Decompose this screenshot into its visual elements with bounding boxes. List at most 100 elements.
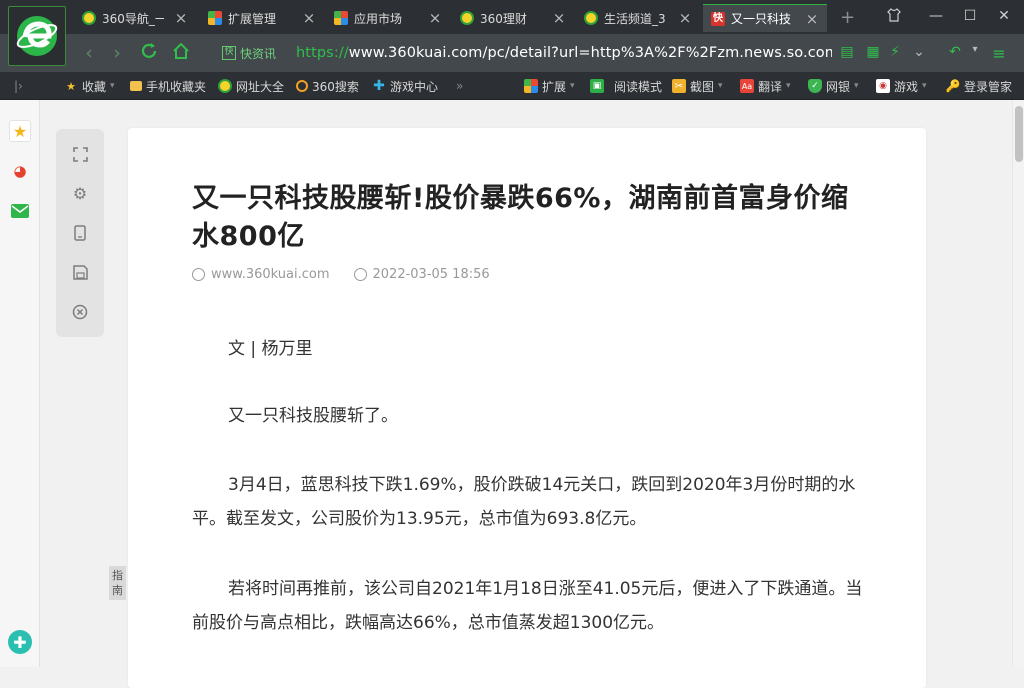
shield-icon: ✓ [808,79,822,93]
tablet-icon[interactable] [71,224,89,242]
weibo-icon[interactable]: ◕ [9,160,31,182]
fullscreen-icon[interactable] [71,145,89,163]
guide-tab[interactable]: 指南 [109,566,126,600]
close-icon[interactable]: × [678,9,692,27]
new-tab-button[interactable]: + [840,7,855,28]
tab-article-active[interactable]: 快 又一只科技 × [703,4,827,32]
toolbar-screenshot[interactable]: ✂ 截图 ▾ [672,78,723,94]
tab-label: 扩展管理 [228,11,277,26]
close-icon[interactable]: × [302,9,316,27]
bookmark-360-search[interactable]: 360搜索 [296,78,359,94]
kuai-zixun-badge[interactable]: 快 快资讯 [222,45,276,62]
360-icon [82,11,96,25]
close-icon[interactable]: × [805,10,819,28]
close-icon[interactable]: × [428,9,442,27]
chevron-down-icon[interactable]: ⌄ [910,44,928,60]
bookmark-bar: |› ★ 收藏 ▾ 手机收藏夹 网址大全 360搜索 ✚ 游戏中心 » 扩展 ▾ ▣… [0,72,1024,100]
tab-label: 360理财 [480,11,527,26]
bookmark-game-center[interactable]: ✚ 游戏中心 [372,78,438,94]
address-toolbar: ‹ › 快 快资讯 https://www.360kuai.com/pc/det… [0,34,1024,72]
undo-icon[interactable]: ↶ [946,44,964,60]
shirt-skin-icon[interactable] [884,8,904,26]
back-button[interactable]: ‹ [78,42,100,64]
kuai-zixun-label: 快资讯 [240,46,277,61]
menu-icon[interactable]: ≡ [990,44,1008,63]
minimize-button[interactable]: — [926,8,946,24]
article-card: 又一只科技股腰斩!股价暴跌66%，湖南前首富身价缩水800亿 www.360ku… [128,128,926,688]
tab-bar: 360导航_一 × 扩展管理 × 应用市场 × 360理财 × 生活频道_3 ×… [0,0,1024,66]
url-text[interactable]: https://www.360kuai.com/pc/detail?url=ht… [296,45,832,61]
bookmark-url-directory[interactable]: 网址大全 [218,78,284,94]
url-bar[interactable]: 快 快资讯 https://www.360kuai.com/pc/detail?… [222,40,832,66]
kuai-box-icon: 快 [222,46,236,60]
article-paragraph: 又一只科技股腰斩了。 [228,406,398,426]
grid-icon [524,79,538,93]
reader-icon[interactable]: ▤ [838,44,856,60]
assistant-icon[interactable]: ✚ [8,630,32,654]
translate-icon: Aa [740,79,754,93]
bookmark-mobile-favorites[interactable]: 手机收藏夹 [130,78,206,94]
forward-button[interactable]: › [106,42,128,64]
scissors-icon: ✂ [672,79,686,93]
tab-360-nav[interactable]: 360导航_一 × [74,4,196,32]
star-icon: ★ [66,79,76,93]
article-meta: www.360kuai.com 2022-03-05 18:56 [192,267,490,282]
game-icon: ✚ [373,78,385,94]
game-icon: ◉ [876,79,890,93]
scrollbar-thumb[interactable] [1015,106,1023,162]
tab-extension-manager[interactable]: 扩展管理 × [200,4,324,32]
content-area: ⚙ 指南 又一只科技股腰斩!股价暴跌66%，湖南前首富身价缩水800亿 www.… [40,100,1012,688]
lightning-icon[interactable]: ⚡ [886,44,904,60]
grid-icon [334,11,348,25]
maximize-button[interactable]: ☐ [960,8,980,24]
toolbar-games[interactable]: ◉ 游戏 ▾ [876,78,927,94]
article-paragraph: 3月4日，蓝思科技下跌1.69%，股价跌破14元关口，跌回到2020年3月份时期… [192,475,856,529]
tab-life-channel[interactable]: 生活频道_3 × [576,4,700,32]
toolbar-login-manager[interactable]: 🔑 登录管家 [946,78,1012,94]
grid-icon [208,11,222,25]
star-icon[interactable]: ★ [9,120,31,142]
key-icon: 🔑 [945,79,961,93]
toolbar-online-bank[interactable]: ✓ 网银 ▾ [808,78,859,94]
toolbar-translate[interactable]: Aa 翻译 ▾ [740,78,791,94]
sidebar-toggle-icon[interactable]: |› [14,78,23,94]
tab-label: 又一只科技 [731,12,792,26]
chevron-down-icon[interactable]: ▾ [966,44,984,55]
left-sidebar: ★ ◕ [0,100,40,667]
kuai-icon: 快 [711,11,725,26]
vertical-scrollbar[interactable] [1012,100,1024,667]
360-icon [460,11,474,25]
tab-app-market[interactable]: 应用市场 × [326,4,450,32]
refresh-button[interactable] [138,42,160,65]
article-source[interactable]: www.360kuai.com [211,267,330,282]
close-icon[interactable]: × [552,9,566,27]
mail-icon[interactable] [9,200,31,222]
bookmark-favorites[interactable]: ★ 收藏 ▾ [64,78,114,94]
book-icon: ▣ [590,79,604,93]
browser-logo-icon[interactable] [8,6,66,66]
search-icon [296,80,308,92]
gear-icon[interactable]: ⚙ [71,184,89,203]
folder-icon [130,81,142,91]
tab-360-finance[interactable]: 360理财 × [452,4,574,32]
save-icon[interactable] [71,263,89,281]
article-paragraph: 若将时间再推前，该公司自2021年1月18日涨至41.05元后，便进入了下跌通道… [192,579,863,633]
more-bookmarks-icon[interactable]: » [456,78,463,94]
toolbar-reading-mode[interactable]: ▣ 阅读模式 [590,78,662,94]
close-window-button[interactable]: ✕ [994,8,1014,24]
article-datetime: 2022-03-05 18:56 [372,267,490,282]
close-icon[interactable] [71,303,89,321]
globe-icon [192,268,205,281]
tab-label: 应用市场 [354,11,403,26]
home-button[interactable] [170,42,192,65]
article-paragraph: 文 | 杨万里 [228,339,313,359]
clock-icon [353,268,367,281]
reader-tool-panel: ⚙ [56,129,104,337]
360-icon [584,11,598,25]
tab-label: 生活频道_3 [604,11,666,26]
close-icon[interactable]: × [174,9,188,27]
article-title: 又一只科技股腰斩!股价暴跌66%，湖南前首富身价缩水800亿 [192,183,849,252]
tab-label: 360导航_一 [102,11,164,26]
qrcode-icon[interactable]: ▦ [864,44,882,60]
toolbar-extensions[interactable]: 扩展 ▾ [524,78,575,94]
